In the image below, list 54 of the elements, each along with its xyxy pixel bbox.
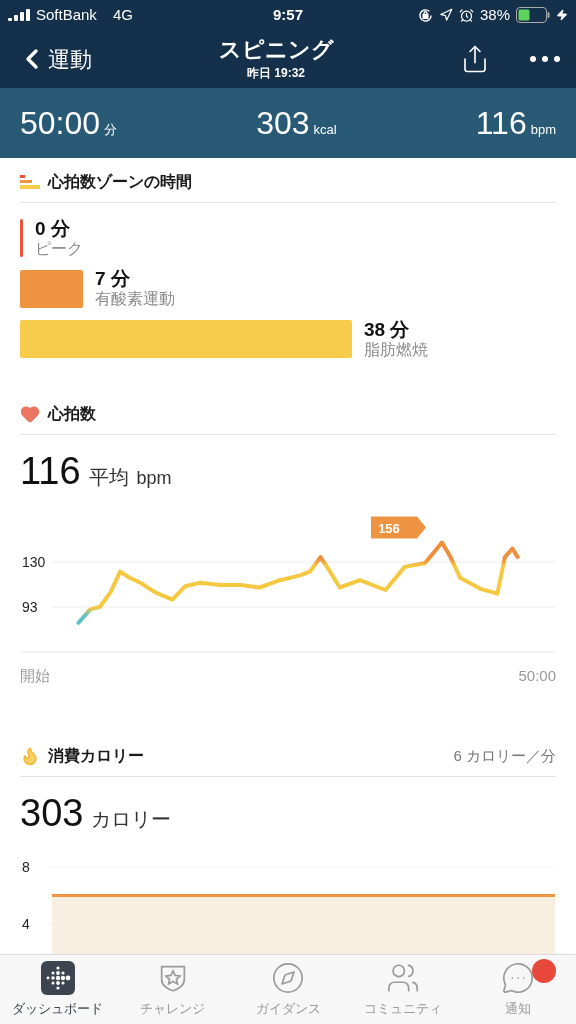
zone-label: ピーク (35, 239, 83, 258)
section-title: 心拍数ゾーンの時間 (48, 172, 192, 192)
average-label: 平均 (88, 465, 129, 491)
start-label: 開始 (20, 666, 50, 687)
rotation-lock-icon (417, 7, 433, 23)
zones-icon (20, 174, 40, 190)
more-button[interactable] (530, 56, 560, 62)
zone-minutes: 38 分 (364, 319, 411, 341)
network-type: 4G (112, 4, 133, 25)
battery-percent: 38% (479, 4, 510, 25)
section-title: 心拍数 (48, 404, 96, 425)
alarm-icon (458, 7, 474, 23)
y-tick-label: 4 (22, 915, 30, 932)
zone-minutes: 0 分 (35, 219, 71, 240)
summary-unit: 分 (104, 121, 118, 139)
end-label: 50:00 (518, 666, 556, 687)
tab-item[interactable]: ガイダンス (230, 955, 346, 1024)
dashboard-icon (40, 960, 75, 995)
tab-item[interactable]: 通知 (460, 955, 576, 1024)
y-tick-label: 93 (22, 599, 38, 616)
back-button[interactable]: 運動 (16, 42, 92, 76)
zone-label: 有酸素運動 (95, 290, 175, 308)
chat-bubble-icon (501, 960, 536, 995)
zone-label: 脂肪燃焼 (364, 340, 428, 359)
summary-value: 116 (475, 104, 527, 143)
signal-icon (8, 9, 32, 21)
total-calories: 303 (20, 790, 84, 836)
peak-value: 156 (378, 521, 400, 536)
y-tick-label: 8 (22, 858, 30, 875)
tab-item[interactable]: コミュニティ (345, 955, 461, 1024)
calorie-rate: 6 カロリー／分 (453, 745, 556, 766)
zone-minutes: 7 分 (95, 269, 131, 290)
summary-unit: kcal (313, 121, 337, 139)
location-icon (438, 8, 453, 22)
summary-value: 303 (256, 104, 310, 143)
summary-value: 50:00 (20, 104, 101, 143)
charging-icon (556, 9, 568, 21)
tab-item[interactable]: チャレンジ (115, 955, 231, 1024)
average-heart-rate: 116 (20, 449, 81, 495)
heart-icon (20, 404, 40, 425)
workout-title: スピニング (218, 36, 334, 64)
workout-time: 昨日 19:32 (247, 64, 305, 82)
battery-icon (516, 7, 550, 23)
peak-marker (371, 517, 426, 539)
clock-time: 9:57 (273, 4, 303, 25)
summary-unit: bpm (530, 121, 556, 139)
section-title: 消費カロリー (48, 745, 144, 766)
compass-icon (271, 960, 305, 995)
flame-icon (20, 745, 40, 766)
tab-item[interactable]: ダッシュボード (0, 955, 116, 1024)
heart-rate-unit: bpm (136, 467, 172, 491)
y-tick-label: 130 (22, 554, 46, 571)
carrier-name: SoftBank (36, 4, 97, 25)
calorie-unit: カロリー (91, 806, 172, 832)
